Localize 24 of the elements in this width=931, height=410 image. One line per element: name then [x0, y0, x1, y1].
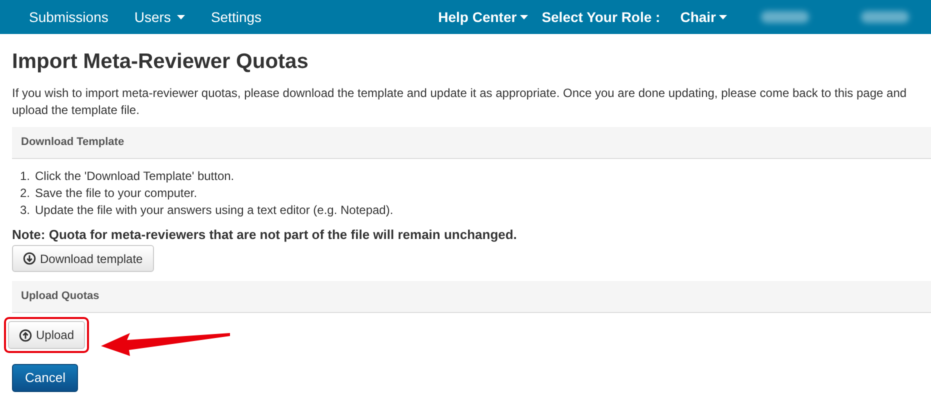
download-template-button[interactable]: Download template	[12, 245, 154, 272]
nav-link[interactable]: Submissions	[29, 6, 108, 28]
upload-button[interactable]: Upload	[8, 321, 86, 349]
download-icon	[23, 252, 36, 265]
nav-link[interactable]: Users	[134, 6, 185, 28]
intro-text: If you wish to import meta-reviewer quotas, please download the template and update it as appropriate. Once you are done updating, please come back to this page and upload the template file.	[12, 85, 908, 119]
step-number: 1.	[20, 168, 32, 185]
role-label: Select Your Role :	[542, 8, 660, 26]
step-text: Save the file to your computer.	[35, 185, 198, 202]
page-title: Import Meta-Reviewer Quotas	[12, 49, 310, 75]
note-text: Note: Quota for meta-reviewers that are not part of the file will remain unchanged.	[12, 227, 518, 243]
cancel-button[interactable]: Cancel	[12, 364, 78, 392]
blurred-text	[861, 11, 909, 23]
step-text: Click the 'Download Template' button.	[35, 168, 234, 185]
step-number: 2.	[20, 185, 32, 202]
blurred-text	[761, 11, 809, 23]
nav-link[interactable]: Chair	[680, 6, 727, 28]
upload-icon	[19, 328, 32, 342]
step-number: 3.	[20, 202, 32, 219]
nav-link[interactable]: Help Center	[438, 6, 528, 28]
nav-link[interactable]: Settings	[210, 6, 262, 28]
step-text: Update the file with your answers using a text editor (e.g. Notepad).	[35, 202, 394, 219]
panel-title: Download Template	[21, 135, 124, 150]
panel-title: Upload Quotas	[21, 289, 100, 304]
